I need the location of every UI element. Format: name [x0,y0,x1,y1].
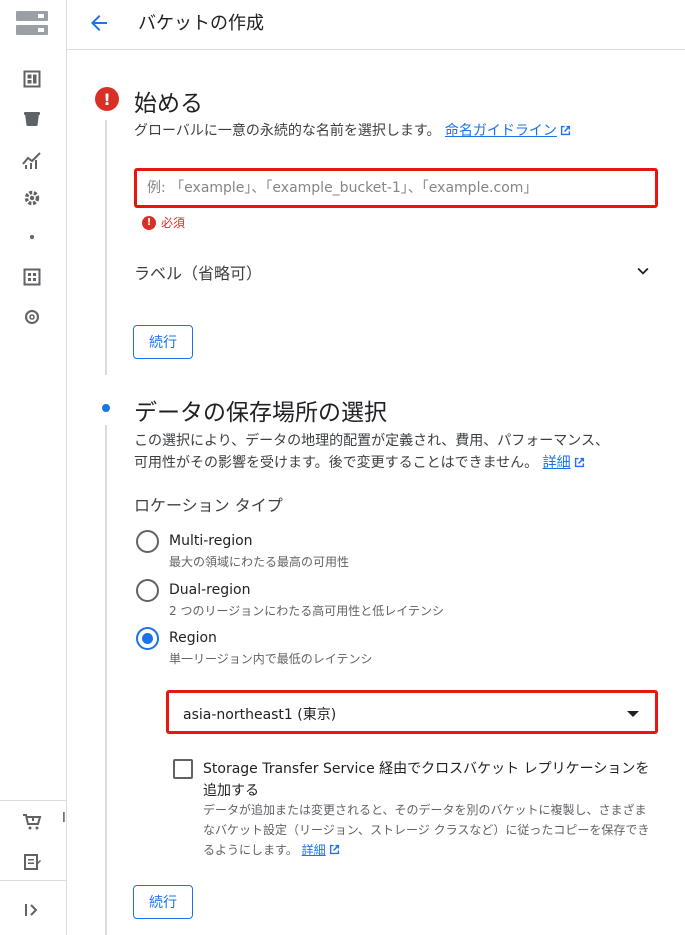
error-alert-icon: ! [95,87,119,111]
step2-description-line2-wrap: 可用性がその影響を受けます。後で変更することはできません。 詳細 [134,452,664,474]
location-details-link[interactable]: 詳細 [543,455,585,471]
bucket-name-input[interactable] [134,168,658,208]
radio-dual-region-subtitle: 2 つのリージョンにわたる高可用性と低レイテンシ [169,604,444,618]
release-notes-icon[interactable] [20,850,44,874]
radio-region[interactable] [136,627,159,650]
replication-details-link[interactable]: 詳細 [302,843,340,857]
labels-toggle-label: ラベル（省略可） [134,264,263,283]
naming-guidelines-link-label: 命名ガイドライン [444,123,557,139]
region-select-value: asia-northeast1 (東京) [183,707,337,723]
step2-continue-button[interactable]: 続行 [133,885,193,919]
step1-description: グローバルに一意の永続的な名前を選択します。 命名ガイドライン [134,120,571,142]
external-link-icon [574,457,584,468]
rail-divider [0,800,67,801]
marketplace-cart-icon[interactable] [20,810,44,834]
replication-description: データが追加または変更されると、そのデータを別のバケットに複製し、さまざまなバケ… [203,800,658,860]
step1-timeline-line [105,120,107,375]
error-mini-icon: ! [142,215,156,230]
region-select[interactable]: asia-northeast1 (東京) [166,690,658,734]
replication-title: Storage Transfer Service 経由でクロスバケット レプリケ… [203,761,650,799]
external-link-icon [329,844,339,855]
step2-timeline-line [105,425,107,935]
external-link-icon [560,125,571,136]
step2-description: この選択により、データの地理的配置が定義され、費用、パフォーマンス、 可用性がそ… [134,430,664,474]
step1-continue-button[interactable]: 続行 [133,325,193,359]
radio-region-title: Region [169,630,217,646]
grid-icon[interactable] [20,265,44,289]
left-nav-rail: I [0,0,67,935]
active-step-dot [102,404,110,412]
required-text: 必須 [161,216,186,230]
radio-multi-region-subtitle: 最大の領域にわたる最高の可用性 [169,555,350,569]
storage-product-icon[interactable] [14,8,50,38]
radio-dual-region-title: Dual-region [169,582,251,598]
dropdown-caret-icon [627,711,639,717]
radio-multi-region-title: Multi-region [169,533,253,549]
cog-outline-icon[interactable] [20,305,44,329]
step2-title: データの保存場所の選択 [134,400,387,426]
rail-divider-bottom [0,880,67,881]
naming-guidelines-link[interactable]: 命名ガイドライン [445,123,571,139]
step1-description-text: グローバルに一意の永続的な名前を選択します。 [134,123,441,139]
dashboard-icon[interactable] [20,67,44,91]
radio-dual-region[interactable] [136,579,159,602]
settings-gear-icon[interactable] [20,186,44,210]
monitoring-chart-icon[interactable] [20,148,44,172]
replication-description-text: データが追加または変更されると、そのデータを別のバケットに複製し、さまざまなバケ… [203,803,650,857]
step1-title: 始める [134,91,203,117]
replication-details-link-label: 詳細 [301,843,326,857]
bucket-icon[interactable] [20,107,44,131]
location-type-label: ロケーション タイプ [134,496,283,515]
radio-multi-region[interactable] [136,530,159,553]
truncated-nav-label: I [62,811,66,826]
expand-rail-icon[interactable] [20,898,44,922]
cross-bucket-replication-checkbox[interactable] [173,759,193,779]
labels-expander[interactable]: ラベル（省略可） [134,258,658,286]
page-header: バケットの作成 [67,0,685,50]
nav-separator-dot [30,235,34,239]
page-title: バケットの作成 [138,13,264,34]
location-details-link-label: 詳細 [542,455,571,471]
step2-description-line1: この選択により、データの地理的配置が定義され、費用、パフォーマンス、 [134,433,610,449]
back-arrow-icon[interactable] [87,11,111,35]
step2-description-line2: 可用性がその影響を受けます。後で変更することはできません。 [134,455,539,471]
required-error-message: ! 必須 [142,214,185,231]
radio-region-subtitle: 単一リージョン内で最低のレイテンシ [169,652,373,666]
chevron-down-icon [637,267,649,275]
